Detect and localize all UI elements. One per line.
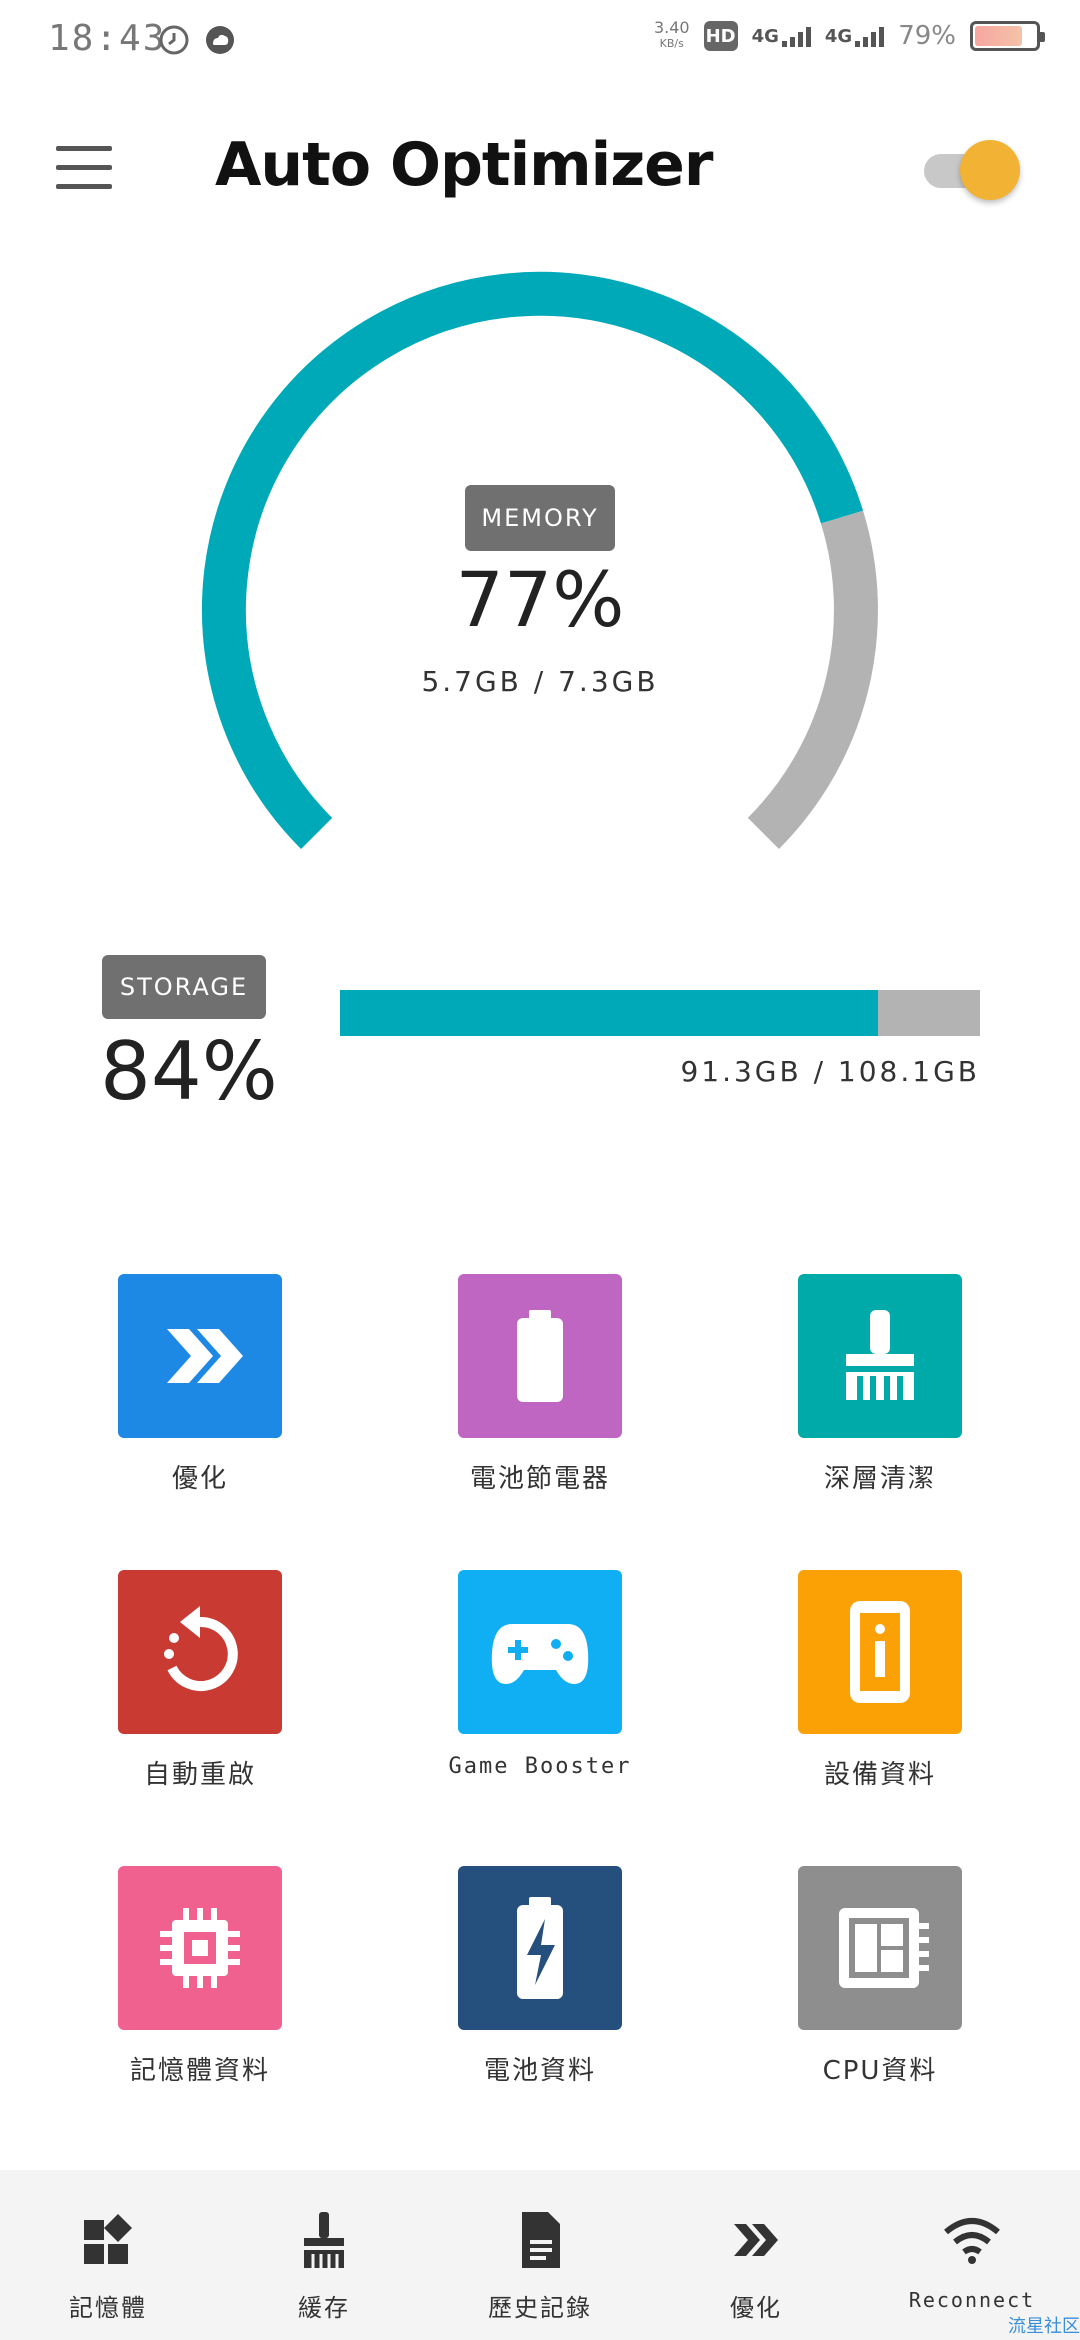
battery-percent: 79%	[898, 21, 956, 51]
cpu-info-label: CPU資料	[822, 2056, 938, 2086]
storage-bar-fill	[340, 990, 878, 1036]
auto-restart-label: 自動重啟	[143, 1760, 256, 1790]
watermark: 流星社区	[1008, 2316, 1080, 2337]
battery-info-tile[interactable]	[458, 1866, 622, 2030]
nav-item-history[interactable]: 歷史記錄	[432, 2170, 648, 2340]
memory-percent: 77%	[455, 555, 625, 644]
double-chevron-icon	[167, 1329, 243, 1383]
game-booster-label: Game Booster	[448, 1754, 632, 1779]
storage-badge: STORAGE	[102, 955, 266, 1019]
signal-icon-sim1: 4G	[752, 25, 811, 47]
storage-percent: 84%	[100, 1025, 278, 1118]
network-speed: 3.40 KB/s	[653, 18, 690, 51]
hd-icon: HD	[703, 21, 738, 51]
cpu-info-tile[interactable]	[798, 1866, 962, 2030]
cloud-icon	[206, 26, 234, 54]
status-bar: 18:43 3.40 KB/s HD 4G 4G 79%	[0, 0, 1080, 80]
status-right: 3.40 KB/s HD 4G 4G 79%	[653, 18, 1045, 52]
double-chevron-icon	[734, 2224, 778, 2256]
cpu-board-icon	[839, 1908, 929, 1988]
document-icon	[522, 2212, 560, 2268]
nav-label-history: 歷史記錄	[488, 2294, 592, 2322]
deep-clean-label: 深層清潔	[823, 1464, 936, 1494]
clock-icon	[159, 25, 189, 55]
nav-item-memory[interactable]: 記憶體	[0, 2170, 216, 2340]
gamepad-icon	[491, 1624, 589, 1684]
battery-charge-icon	[517, 1897, 563, 1999]
optimizer-toggle[interactable]	[924, 140, 1020, 200]
battery-info-label: 電池資料	[483, 2056, 596, 2086]
battery-icon	[970, 21, 1045, 51]
nav-label-reconnect: Reconnect	[908, 2288, 1036, 2312]
battery-icon	[517, 1310, 563, 1402]
wifi-icon	[944, 2218, 1000, 2264]
phone-info-icon	[850, 1601, 910, 1703]
nav-item-optimize[interactable]: 優化	[648, 2170, 864, 2340]
nav-label-memory: 記憶體	[69, 2294, 147, 2322]
battery-saver-label: 電池節電器	[469, 1464, 610, 1494]
game-booster-tile[interactable]	[458, 1570, 622, 1734]
chip-icon	[160, 1908, 240, 1988]
memory-info-label: 記憶體資料	[129, 2056, 270, 2086]
app-title: Auto Optimizer	[215, 130, 713, 200]
device-info-label: 設備資料	[823, 1760, 936, 1790]
optimize-tile[interactable]	[118, 1274, 282, 1438]
memory-gauge-track	[747, 510, 878, 849]
deep-clean-tile[interactable]	[798, 1274, 962, 1438]
broom-icon	[846, 1310, 914, 1400]
bottom-nav: 記憶體 緩存 歷史記錄 優化 Reconnect 流星社区	[0, 2170, 1080, 2340]
device-info-tile[interactable]	[798, 1570, 962, 1734]
signal-icon-sim2: 4G	[825, 25, 885, 47]
memory-usage: 5.7GB / 7.3GB	[421, 665, 659, 698]
battery-saver-tile[interactable]	[458, 1274, 622, 1438]
auto-restart-tile[interactable]	[118, 1570, 282, 1734]
memory-badge: MEMORY	[465, 485, 615, 551]
optimize-label: 優化	[171, 1464, 228, 1494]
nav-item-cache[interactable]: 緩存	[216, 2170, 432, 2340]
broom-icon	[304, 2212, 344, 2268]
storage-usage: 91.3GB / 108.1GB	[680, 1055, 980, 1088]
restart-icon	[164, 1606, 238, 1691]
nav-label-cache: 緩存	[298, 2294, 350, 2322]
apps-icon	[84, 2214, 132, 2264]
nav-label-optimize: 優化	[730, 2294, 782, 2322]
menu-icon[interactable]	[56, 146, 112, 190]
storage-bar	[340, 990, 980, 1036]
memory-info-tile[interactable]	[118, 1866, 282, 2030]
status-time: 18:43	[48, 18, 167, 59]
app-bar: Auto Optimizer	[0, 110, 1080, 220]
